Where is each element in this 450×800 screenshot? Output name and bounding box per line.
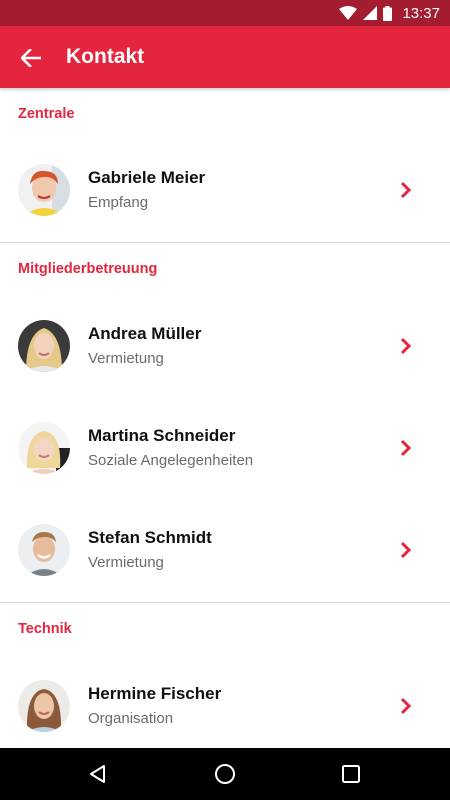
section-header-mitgliederbetreuung: Mitgliederbetreuung (18, 261, 158, 277)
avatar (18, 422, 70, 474)
avatar (18, 320, 70, 372)
section-header-technik: Technik (18, 621, 72, 637)
wifi-icon (339, 6, 358, 20)
recents-square-icon (342, 765, 360, 783)
contact-name: Gabriele Meier (88, 168, 206, 187)
back-button[interactable] (14, 41, 48, 75)
signal-icon (363, 6, 378, 20)
contact-role: Organisation (88, 710, 174, 727)
chevron-right-icon (400, 181, 412, 199)
contact-row-martina-schneider[interactable]: Martina Schneider Soziale Angelegenheite… (0, 398, 450, 498)
battery-icon (383, 5, 393, 21)
back-triangle-icon (90, 765, 105, 783)
contact-name: Andrea Müller (88, 324, 202, 343)
contact-role: Empfang (88, 194, 149, 211)
contact-role: Vermietung (88, 350, 164, 367)
section-header-zentrale: Zentrale (18, 106, 75, 122)
contact-name: Hermine Fischer (88, 684, 222, 703)
chevron-right-icon (400, 541, 412, 559)
avatar (18, 680, 70, 732)
app-bar: Kontakt (0, 26, 450, 88)
page-title: Kontakt (66, 45, 145, 68)
avatar (18, 164, 70, 216)
nav-recents-button[interactable] (337, 760, 365, 788)
navigation-bar (0, 748, 450, 800)
arrow-left-icon (21, 49, 41, 67)
contact-row-stefan-schmidt[interactable]: Stefan Schmidt Vermietung (0, 500, 450, 600)
home-circle-icon (215, 764, 235, 784)
contact-row-gabriele-meier[interactable]: Gabriele Meier Empfang (0, 140, 450, 240)
chevron-right-icon (400, 337, 412, 355)
contact-row-hermine-fischer[interactable]: Hermine Fischer Organisation (0, 656, 450, 748)
section-divider (0, 602, 450, 603)
status-bar: 13:37 (0, 0, 450, 26)
avatar (18, 524, 70, 576)
contact-list[interactable]: Zentrale Gabriele Meier Empfang Mitglied… (0, 88, 450, 748)
status-time: 13:37 (402, 4, 440, 22)
contact-role: Vermietung (88, 554, 164, 571)
contact-name: Martina Schneider (88, 426, 236, 445)
contact-name: Stefan Schmidt (88, 528, 212, 547)
status-icons: 13:37 (339, 0, 440, 26)
chevron-right-icon (400, 439, 412, 457)
contact-row-andrea-mueller[interactable]: Andrea Müller Vermietung (0, 296, 450, 396)
nav-back-button[interactable] (84, 760, 112, 788)
nav-home-button[interactable] (211, 760, 239, 788)
chevron-right-icon (400, 697, 412, 715)
section-divider (0, 242, 450, 243)
contact-role: Soziale Angelegenheiten (88, 452, 254, 469)
